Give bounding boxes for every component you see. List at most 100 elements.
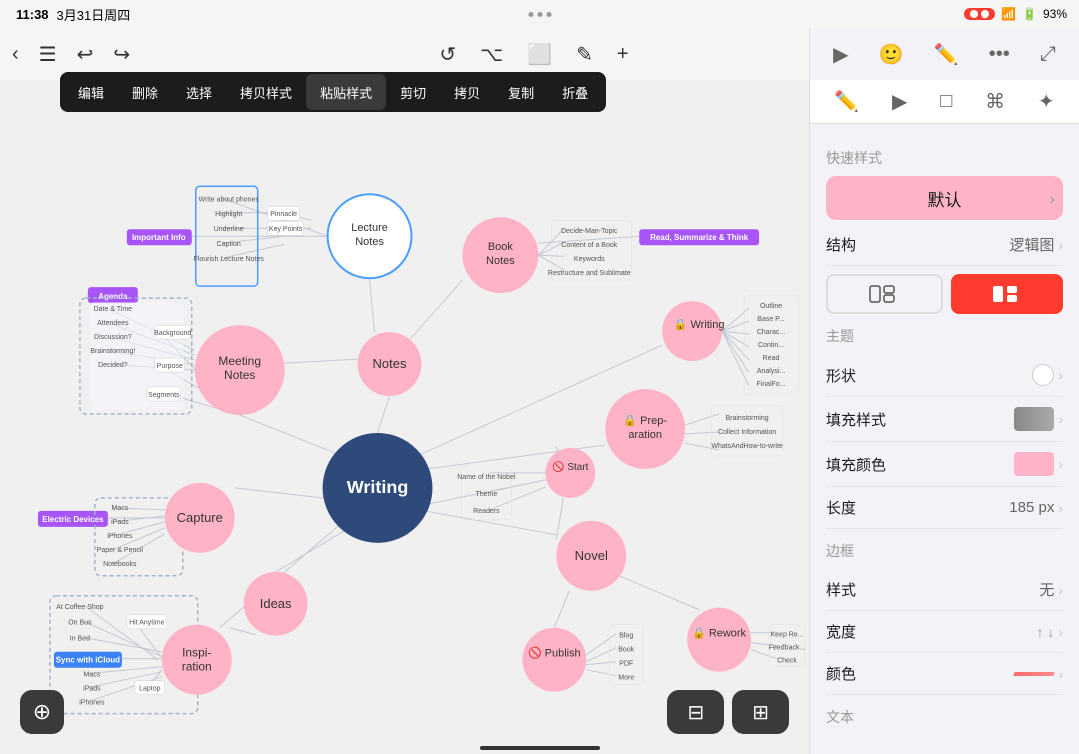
fill-style-chevron: › (1058, 411, 1063, 427)
insert-button[interactable]: ⊞ (732, 690, 789, 734)
select-icon[interactable]: ⬜ (527, 42, 552, 67)
fill-style-swatch (1014, 407, 1054, 431)
cm-select[interactable]: 选择 (172, 74, 226, 110)
border-width-chevron: › (1058, 624, 1063, 640)
book-notes-node (462, 217, 538, 293)
svg-text:Segments: Segments (148, 392, 180, 399)
border-color-value[interactable]: › (1014, 666, 1063, 682)
canvas-area[interactable]: Agenda Date & Time Attendees Discussion?… (0, 80, 809, 754)
layers-button[interactable]: ⊕ (20, 690, 64, 734)
edit-icon[interactable]: ✎ (576, 42, 593, 67)
svg-text:At Coffee Shop: At Coffee Shop (56, 604, 103, 611)
svg-text:Contin...: Contin... (758, 342, 784, 349)
svg-text:Flourish Lecture Notes: Flourish Lecture Notes (194, 256, 265, 263)
svg-text:Outline: Outline (760, 303, 782, 310)
fill-color-swatch (1014, 452, 1054, 476)
tab-shape[interactable]: □ (932, 86, 960, 117)
text-label: 文本 (826, 707, 1063, 727)
insert-icon: ⊞ (752, 700, 769, 725)
length-value[interactable]: 185 px › (1009, 499, 1063, 516)
svg-text:Keep Re...: Keep Re... (771, 632, 804, 639)
record-button[interactable]: ● (964, 8, 995, 20)
svg-text:PDF: PDF (619, 661, 633, 668)
structure-section: 结构 逻辑图 › (826, 224, 1063, 266)
border-width-row: 宽度 ↑ ↓ › (826, 611, 1063, 653)
shape-chevron: › (1058, 367, 1063, 383)
border-style-label: 样式 (826, 579, 856, 600)
tab-structure[interactable]: ⌘ (977, 85, 1013, 118)
cm-duplicate[interactable]: 复制 (494, 74, 548, 110)
quick-style-button[interactable]: 默认 (826, 176, 1063, 220)
shape-circle (1032, 364, 1054, 386)
svg-text:Discussion?: Discussion? (94, 334, 132, 341)
cm-edit[interactable]: 编辑 (64, 74, 118, 110)
cm-copy-style[interactable]: 拷贝样式 (226, 74, 306, 110)
shape-value[interactable]: › (1032, 364, 1063, 386)
structure-chevron: › (1058, 237, 1063, 253)
svg-text:Feedback...: Feedback... (769, 645, 806, 652)
connect-icon: ⊟ (687, 700, 704, 725)
structure-value[interactable]: 逻辑图 › (1009, 234, 1063, 255)
frame-icon[interactable]: ⌥ (480, 42, 503, 67)
panel-content: 快速样式 默认 › 结构 逻辑图 › (810, 124, 1079, 754)
struct-btn-outline[interactable] (826, 274, 943, 314)
svg-text:Highlight: Highlight (215, 211, 242, 218)
panel-pen-icon[interactable]: ✏️ (930, 38, 963, 71)
rotate-icon[interactable]: ↺ (439, 42, 456, 67)
border-style-value[interactable]: 无 › (1039, 579, 1063, 600)
svg-text:In Bed: In Bed (70, 636, 90, 643)
redo-button[interactable]: ↪ (113, 42, 130, 67)
svg-text:Macs: Macs (84, 672, 101, 679)
connect-button[interactable]: ⊟ (667, 690, 724, 734)
cm-copy[interactable]: 拷贝 (440, 74, 494, 110)
cm-collapse[interactable]: 折叠 (548, 74, 602, 110)
border-width-value[interactable]: ↑ ↓ › (1036, 624, 1063, 640)
back-button[interactable]: ‹ (12, 43, 19, 66)
svg-text:Hit Anytime: Hit Anytime (129, 620, 164, 627)
struct-btn-filled[interactable] (951, 274, 1064, 314)
border-style-row: 样式 无 › (826, 569, 1063, 611)
svg-text:iPads: iPads (111, 519, 129, 526)
svg-text:Brainstorming: Brainstorming (726, 415, 769, 422)
list-button[interactable]: ☰ (39, 42, 57, 67)
svg-text:Read: Read (763, 355, 780, 362)
cm-delete[interactable]: 删除 (118, 74, 172, 110)
rework-node (687, 608, 751, 672)
svg-text:Date & Time: Date & Time (94, 306, 133, 313)
panel-emoji-icon[interactable]: 🙂 (875, 38, 908, 71)
fill-color-value[interactable]: › (1014, 452, 1063, 476)
cm-paste-style[interactable]: 粘贴样式 (306, 74, 386, 110)
length-label: 长度 (826, 497, 856, 518)
status-dots (528, 12, 551, 17)
preparation-node (605, 389, 685, 469)
panel-play-icon[interactable]: ▶ (829, 38, 852, 71)
status-time: 11:38 (16, 7, 49, 22)
panel-expand-icon[interactable]: ⤢ (1036, 39, 1060, 70)
status-date: 3月31日周四 (57, 5, 131, 24)
svg-text:Theme: Theme (476, 491, 498, 498)
panel-more-icon[interactable]: ••• (985, 39, 1014, 70)
fill-style-value[interactable]: › (1014, 407, 1063, 431)
length-chevron: › (1058, 500, 1063, 516)
svg-text:Underline: Underline (214, 226, 244, 233)
svg-text:iPhones: iPhones (107, 533, 133, 540)
inspiration-node (162, 625, 232, 695)
bottom-toolbar: ⊕ ⊟ ⊞ (0, 690, 809, 734)
canvas-controls: ⊟ ⊞ (667, 690, 789, 734)
border-color-label: 颜色 (826, 663, 856, 684)
svg-text:Book: Book (618, 647, 634, 654)
border-color-swatch (1014, 672, 1055, 676)
tab-style[interactable]: ✦ (1030, 85, 1063, 118)
svg-text:Write about phones: Write about phones (198, 196, 259, 203)
tab-play[interactable]: ▶ (884, 85, 915, 118)
fill-color-row: 填充颜色 › (826, 442, 1063, 487)
layers-icon: ⊕ (33, 699, 51, 725)
tab-pen[interactable]: ✏️ (826, 85, 867, 118)
undo-button[interactable]: ↩ (77, 42, 94, 67)
add-icon[interactable]: + (617, 43, 629, 66)
svg-text:WhatsAndHow-to-write: WhatsAndHow-to-write (711, 443, 783, 450)
center-node (323, 433, 433, 543)
lecture-notes-node (328, 194, 412, 278)
svg-text:Analysi...: Analysi... (757, 368, 785, 375)
cm-cut[interactable]: 剪切 (386, 74, 440, 110)
